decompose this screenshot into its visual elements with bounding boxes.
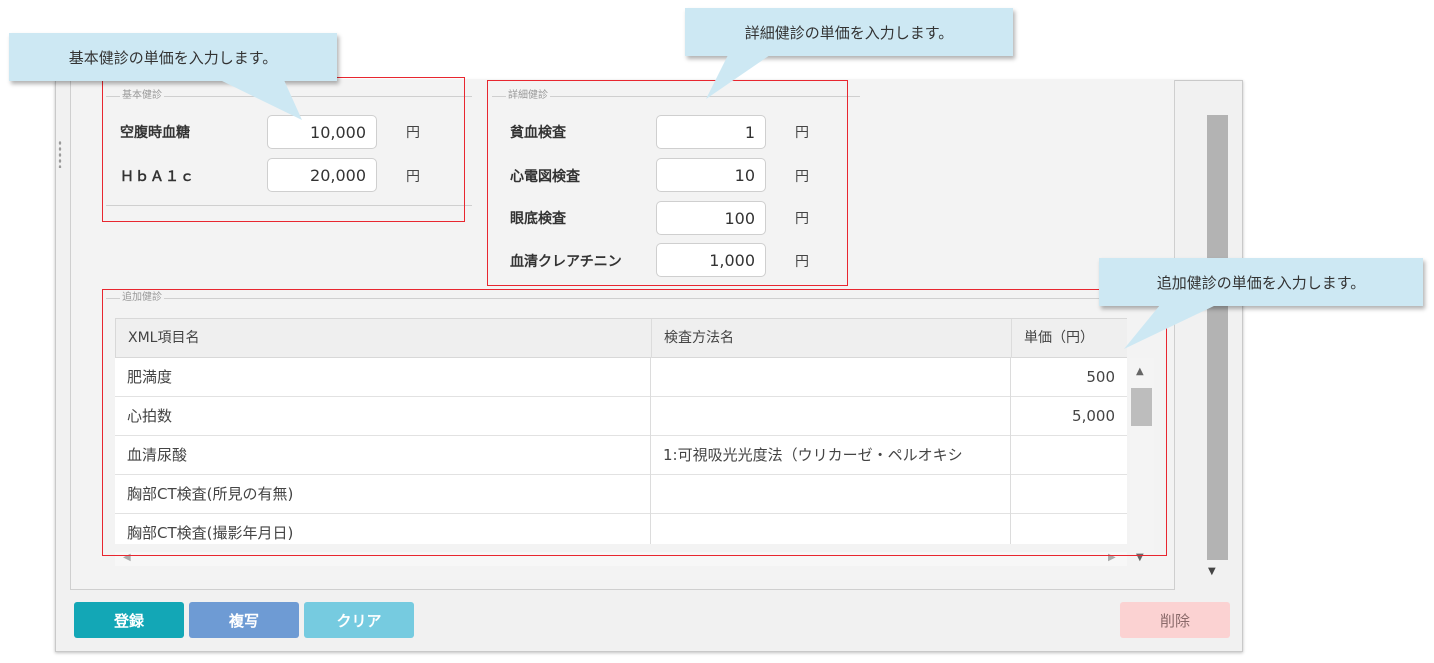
column-header-price[interactable]: 単価（円） <box>1012 319 1128 358</box>
cell-method: 1:可視吸光光度法（ウリカーゼ・ペルオキシ <box>663 446 963 464</box>
additional-checkup-legend: 追加健診 <box>120 291 164 305</box>
cell-method <box>651 358 1010 396</box>
basic-callout: 基本健診の単価を入力します。 <box>9 33 337 81</box>
scroll-down-arrow-icon[interactable]: ▼ <box>1208 566 1216 577</box>
hba1c-unit: 円 <box>406 169 420 185</box>
cell-price[interactable]: 500 <box>1011 358 1127 396</box>
table-header: XML項目名 検査方法名 単価（円） <box>115 318 1127 358</box>
basic-checkup-legend: 基本健診 <box>120 89 164 103</box>
delete-button[interactable]: 削除 <box>1120 602 1230 638</box>
fasting-glucose-label: 空腹時血糖 <box>120 125 190 141</box>
serum-creatinine-input[interactable] <box>656 243 766 277</box>
table-scroll-right-icon[interactable]: ▶ <box>1108 552 1116 563</box>
table-row[interactable]: 胸部CT検査(所見の有無) <box>115 475 1127 514</box>
ecg-test-unit: 円 <box>795 169 809 185</box>
cell-method <box>651 397 1010 435</box>
table-horizontal-scrollbar[interactable] <box>115 552 1127 566</box>
cell-method <box>651 514 1010 544</box>
cell-xml-item: 血清尿酸 <box>127 446 188 464</box>
ecg-test-input[interactable] <box>656 158 766 192</box>
table-row[interactable]: 血清尿酸 1:可視吸光光度法（ウリカーゼ・ペルオキシ <box>115 436 1127 475</box>
detail-checkup-legend: 詳細健診 <box>506 89 550 103</box>
serum-creatinine-unit: 円 <box>795 254 809 270</box>
fundus-test-unit: 円 <box>795 211 809 227</box>
cell-xml-item: 胸部CT検査(所見の有無) <box>127 485 294 503</box>
copy-button[interactable]: 複写 <box>189 602 299 638</box>
serum-creatinine-label: 血清クレアチニン <box>510 254 622 270</box>
table-scroll-down-icon[interactable]: ▼ <box>1136 552 1144 563</box>
cell-method <box>651 475 1010 513</box>
column-divider <box>1010 358 1011 544</box>
resize-grip-icon[interactable] <box>58 140 62 168</box>
cell-price[interactable] <box>1011 475 1127 513</box>
table-scroll-up-icon[interactable]: ▲ <box>1136 366 1144 377</box>
table-scrollbar-thumb[interactable] <box>1131 388 1152 426</box>
anemia-test-input[interactable] <box>656 115 766 149</box>
register-button[interactable]: 登録 <box>74 602 184 638</box>
column-divider <box>650 358 651 544</box>
detail-callout-tail <box>706 55 770 99</box>
fundus-test-input[interactable] <box>656 201 766 235</box>
additional-callout: 追加健診の単価を入力します。 <box>1099 258 1423 306</box>
table-row[interactable]: 肥満度 500 <box>115 358 1127 397</box>
cell-price[interactable] <box>1011 514 1127 544</box>
cell-xml-item: 心拍数 <box>127 407 173 425</box>
hba1c-input[interactable] <box>267 158 377 192</box>
cell-xml-item: 肥満度 <box>127 368 173 386</box>
fasting-glucose-unit: 円 <box>406 125 420 141</box>
ecg-test-label: 心電図検査 <box>510 169 580 185</box>
anemia-test-unit: 円 <box>795 125 809 141</box>
anemia-test-label: 貧血検査 <box>510 125 566 141</box>
column-header-method[interactable]: 検査方法名 <box>652 319 1011 358</box>
additional-callout-tail <box>1124 305 1216 349</box>
cell-xml-item: 胸部CT検査(撮影年月日) <box>127 524 294 542</box>
basic-callout-tail <box>220 80 302 120</box>
fundus-test-label: 眼底検査 <box>510 211 566 227</box>
table-row[interactable]: 胸部CT検査(撮影年月日) <box>115 514 1127 544</box>
clear-button[interactable]: クリア <box>304 602 414 638</box>
column-header-xml-item[interactable]: XML項目名 <box>116 319 651 358</box>
table-scroll-left-icon[interactable]: ◀ <box>123 552 131 563</box>
hba1c-label: ＨｂＡ１ｃ <box>120 169 195 185</box>
table-body: 肥満度 500 心拍数 5,000 血清尿酸 1:可視吸光光度法（ウリカーゼ・ペ… <box>115 358 1127 544</box>
basic-group-divider <box>106 205 472 206</box>
cell-price[interactable] <box>1011 436 1127 474</box>
table-row[interactable]: 心拍数 5,000 <box>115 397 1127 436</box>
cell-price[interactable]: 5,000 <box>1011 397 1127 435</box>
detail-callout: 詳細健診の単価を入力します。 <box>685 8 1013 56</box>
